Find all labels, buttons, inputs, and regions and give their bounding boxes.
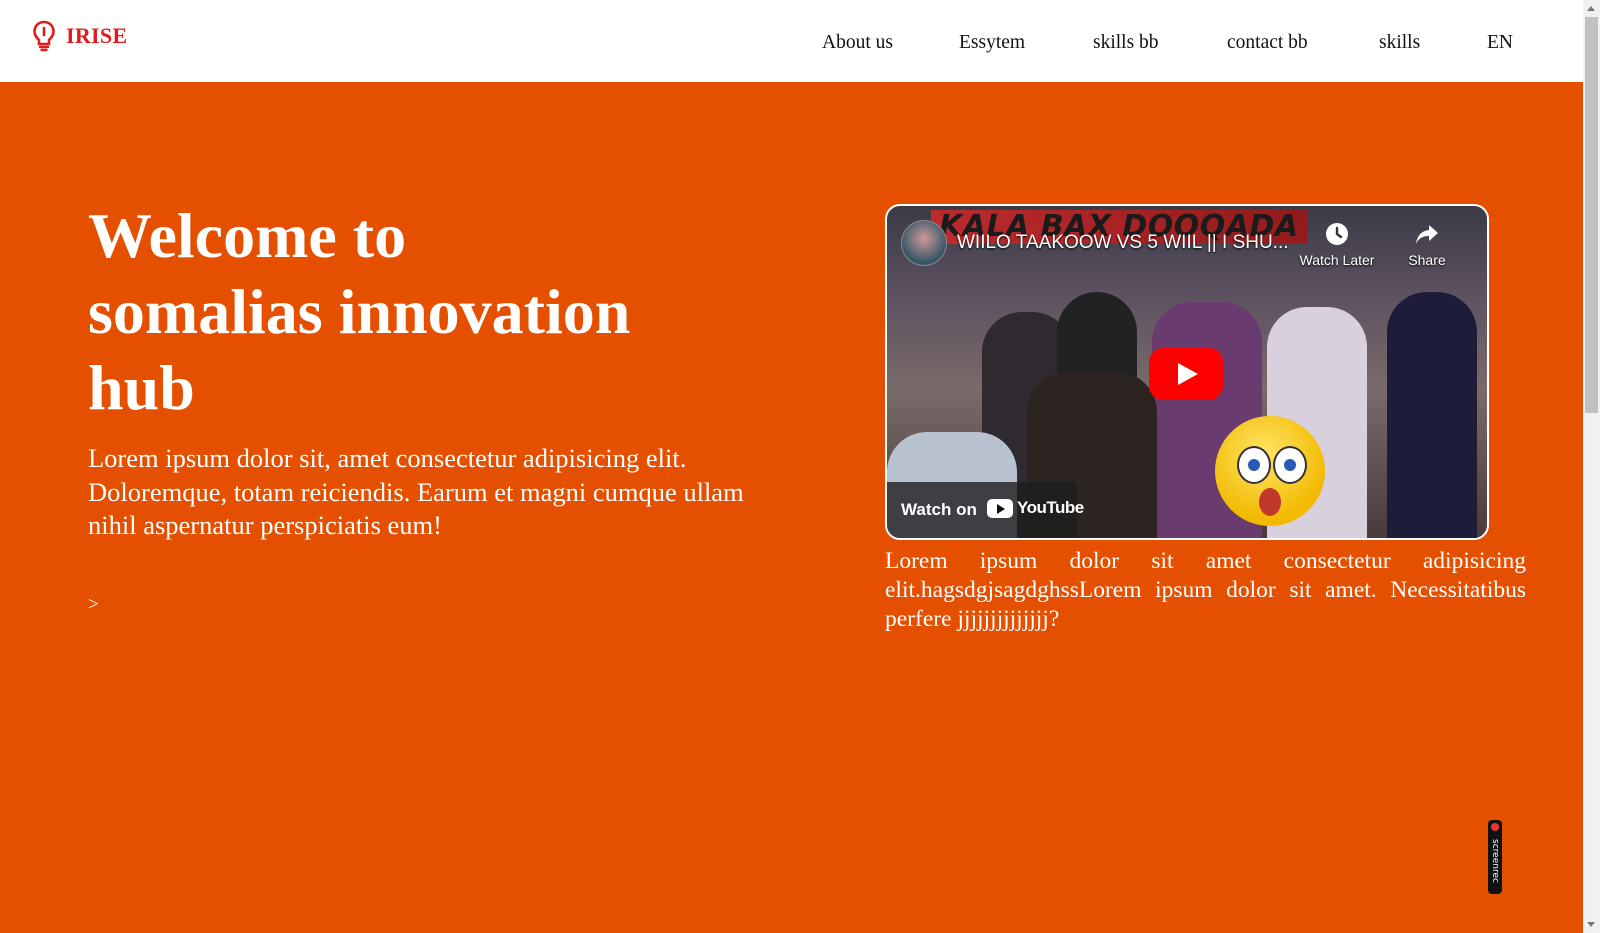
video-caption: Lorem ipsum dolor sit amet consectetur a… <box>885 547 1526 634</box>
watch-on-label: Watch on <box>901 500 977 519</box>
clock-icon <box>1326 223 1348 245</box>
nav-skills[interactable]: skills <box>1379 30 1420 56</box>
hero-next-arrow[interactable]: > <box>88 594 99 616</box>
youtube-logo-icon: YouTube <box>987 498 1084 518</box>
scroll-down-arrow-icon[interactable] <box>1583 916 1600 933</box>
vertical-scrollbar[interactable] <box>1583 0 1600 933</box>
nav-skills-bb[interactable]: skills bb <box>1093 30 1159 56</box>
screenrec-label: screenrec <box>1490 839 1500 883</box>
video-caption-link[interactable]: jjjjjjjjjjjjjj <box>957 606 1048 632</box>
share-icon <box>1416 225 1438 244</box>
video-title[interactable]: WIILO TAAKOOW VS 5 WIIL || I SHU... <box>957 232 1289 254</box>
share-button[interactable]: Share <box>1387 220 1467 268</box>
hero-title: Welcome to somalias innovation hub <box>88 200 631 423</box>
nav-essytem[interactable]: Essytem <box>959 30 1025 56</box>
nav-language-en[interactable]: EN <box>1487 30 1513 56</box>
hero-description: Lorem ipsum dolor sit, amet consectetur … <box>88 443 744 540</box>
watch-later-button[interactable]: Watch Later <box>1297 220 1377 268</box>
main-nav: About us Essytem skills bb contact bb sk… <box>0 30 1583 60</box>
nav-contact-bb[interactable]: contact bb <box>1227 30 1308 56</box>
hero-section: Welcome to somalias innovation hub Lorem… <box>0 82 1583 933</box>
video-caption-end: ? <box>1048 606 1060 632</box>
watch-later-label: Watch Later <box>1299 252 1375 268</box>
watch-on-youtube-button[interactable]: Watch on YouTube <box>887 482 1084 538</box>
channel-avatar[interactable] <box>901 220 947 266</box>
share-label: Share <box>1408 252 1446 268</box>
youtube-video-embed[interactable]: KALA BAX DOOQADA WIILO TAAKOOW VS 5 WIIL… <box>885 204 1489 540</box>
nav-about-us[interactable]: About us <box>822 30 893 56</box>
youtube-wordmark: YouTube <box>1017 498 1084 517</box>
screenrec-badge[interactable]: screenrec <box>1488 820 1502 894</box>
surprised-emoji-graphic <box>1215 416 1325 526</box>
record-dot-icon <box>1491 823 1499 831</box>
scroll-up-arrow-icon[interactable] <box>1583 0 1600 17</box>
play-button-icon[interactable] <box>1149 348 1223 400</box>
scroll-thumb[interactable] <box>1585 17 1598 413</box>
site-header: IRISE About us Essytem skills bb contact… <box>0 0 1583 82</box>
